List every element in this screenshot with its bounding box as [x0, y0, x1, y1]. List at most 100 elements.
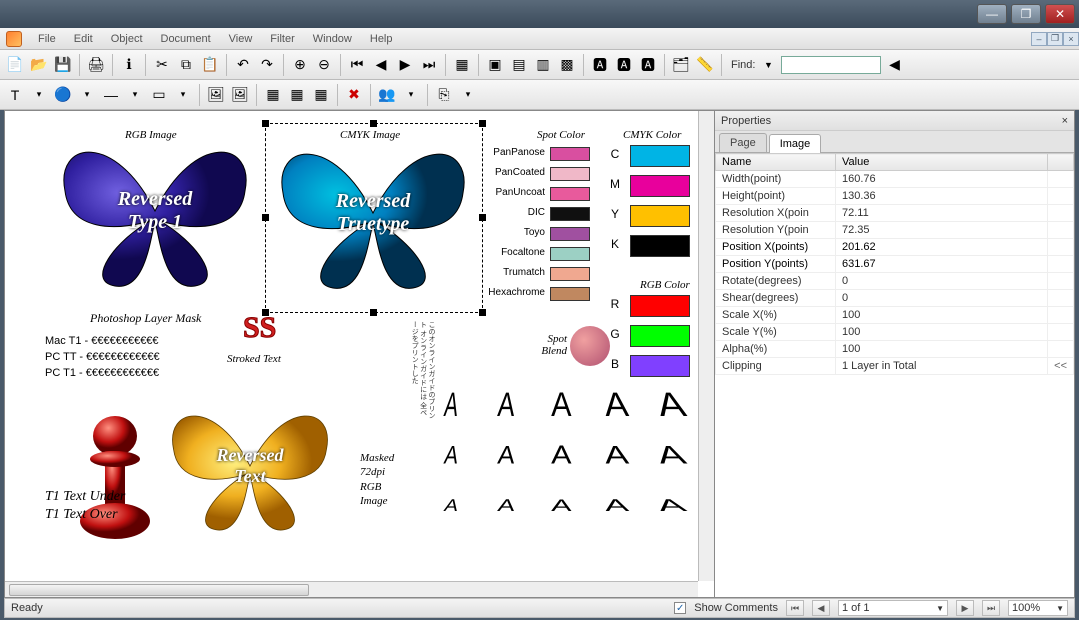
- document-canvas[interactable]: Reversed Type 1 RGB Image Photoshop Laye…: [5, 111, 714, 597]
- cmyk-swatch[interactable]: [630, 235, 690, 257]
- find-prev-icon[interactable]: ◀: [883, 54, 905, 76]
- menu-document[interactable]: Document: [153, 31, 219, 47]
- first-page-icon[interactable]: ⏮: [346, 54, 368, 76]
- spot-blend-circle[interactable]: [570, 326, 610, 366]
- people-icon[interactable]: 👥: [376, 84, 398, 106]
- prop-row[interactable]: Scale X(%)100: [716, 307, 1074, 324]
- line-dd-icon[interactable]: ▾: [124, 84, 146, 106]
- rgb-swatch[interactable]: [630, 295, 690, 317]
- yellow-butterfly-image[interactable]: Reversed Text: [165, 391, 335, 541]
- tab-image[interactable]: Image: [769, 134, 822, 153]
- redo-icon[interactable]: ↷: [256, 54, 278, 76]
- spot-swatch[interactable]: [550, 187, 590, 201]
- menu-help[interactable]: Help: [362, 31, 401, 47]
- prev-page-icon[interactable]: ◀: [370, 54, 392, 76]
- last-page-icon[interactable]: ⏭: [418, 54, 440, 76]
- vertical-scrollbar[interactable]: [698, 111, 714, 581]
- find-dropdown-icon[interactable]: ▼: [757, 54, 779, 76]
- prop-row[interactable]: Alpha(%)100: [716, 341, 1074, 358]
- spot-swatch[interactable]: [550, 167, 590, 181]
- mdi-min-button[interactable]: –: [1031, 32, 1047, 46]
- spot-swatch[interactable]: [550, 207, 590, 221]
- win-close-button[interactable]: ✕: [1045, 4, 1075, 24]
- tab-page[interactable]: Page: [719, 133, 767, 152]
- properties-close-icon[interactable]: ×: [1062, 115, 1068, 127]
- box-icon[interactable]: ▭: [148, 84, 170, 106]
- menu-object[interactable]: Object: [103, 31, 151, 47]
- rgb-swatch[interactable]: [630, 325, 690, 347]
- tool-c-icon[interactable]: ▥: [532, 54, 554, 76]
- prop-row[interactable]: Scale Y(%)100: [716, 324, 1074, 341]
- copy-icon[interactable]: ⧉: [175, 54, 197, 76]
- tool-a-icon[interactable]: ▣: [484, 54, 506, 76]
- prop-row[interactable]: Resolution X(poin72.11: [716, 205, 1074, 222]
- scroll-thumb[interactable]: [9, 584, 309, 596]
- spot-swatch[interactable]: [550, 147, 590, 161]
- menu-window[interactable]: Window: [305, 31, 360, 47]
- layers-icon[interactable]: 🗂: [670, 54, 692, 76]
- clip-dd-icon[interactable]: ▾: [457, 84, 479, 106]
- spot-swatch[interactable]: [550, 227, 590, 241]
- text-tool-icon[interactable]: T: [4, 84, 26, 106]
- obj2-icon[interactable]: ▦: [286, 84, 308, 106]
- horizontal-scrollbar[interactable]: [5, 581, 698, 597]
- prop-row[interactable]: Width(point)160.76: [716, 171, 1074, 188]
- properties-grid[interactable]: NameValue Width(point)160.76Height(point…: [715, 153, 1074, 597]
- mdi-restore-button[interactable]: ❐: [1047, 32, 1063, 46]
- ruler-icon[interactable]: 📏: [694, 54, 716, 76]
- prop-row[interactable]: Resolution Y(poin72.35: [716, 222, 1074, 239]
- tool-b-icon[interactable]: ▤: [508, 54, 530, 76]
- rgb-swatch[interactable]: [630, 355, 690, 377]
- menu-file[interactable]: File: [30, 31, 64, 47]
- win-minimize-button[interactable]: —: [977, 4, 1007, 24]
- box-dd-icon[interactable]: ▾: [172, 84, 194, 106]
- canvas-viewport[interactable]: Reversed Type 1 RGB Image Photoshop Laye…: [5, 111, 714, 597]
- prop-row[interactable]: Clipping1 Layer in Total<<: [716, 358, 1074, 375]
- cmyk-swatch[interactable]: [630, 145, 690, 167]
- img2-icon[interactable]: 🖼: [229, 84, 251, 106]
- text-dd-icon[interactable]: ▾: [28, 84, 50, 106]
- line-icon[interactable]: —: [100, 84, 122, 106]
- cmyk-swatch[interactable]: [630, 205, 690, 227]
- nav-next-icon[interactable]: ▶: [956, 600, 974, 616]
- menu-edit[interactable]: Edit: [66, 31, 101, 47]
- print-icon[interactable]: 🖨: [85, 54, 107, 76]
- page-indicator[interactable]: 1 of 1▼: [838, 600, 948, 616]
- menu-view[interactable]: View: [221, 31, 261, 47]
- mdi-close-button[interactable]: ×: [1063, 32, 1079, 46]
- nav-last-icon[interactable]: ⏭: [982, 600, 1000, 616]
- info-icon[interactable]: ℹ: [118, 54, 140, 76]
- obj1-icon[interactable]: ▦: [262, 84, 284, 106]
- find-input[interactable]: [781, 56, 881, 74]
- obj3-icon[interactable]: ▦: [310, 84, 332, 106]
- zoom-indicator[interactable]: 100%▼: [1008, 600, 1068, 616]
- tool-d-icon[interactable]: ▩: [556, 54, 578, 76]
- cmyk-swatch[interactable]: [630, 175, 690, 197]
- img1-icon[interactable]: 🖼: [205, 84, 227, 106]
- prop-row[interactable]: Rotate(degrees)0: [716, 273, 1074, 290]
- color-dd-icon[interactable]: ▾: [76, 84, 98, 106]
- cmyk-butterfly-image[interactable]: Reversed Truetype: [273, 133, 473, 293]
- save-icon[interactable]: 💾: [52, 54, 74, 76]
- menu-filter[interactable]: Filter: [262, 31, 302, 47]
- new-icon[interactable]: 📄: [4, 54, 26, 76]
- win-maximize-button[interactable]: ❐: [1011, 4, 1041, 24]
- del-icon[interactable]: ✖: [343, 84, 365, 106]
- spot-swatch[interactable]: [550, 287, 590, 301]
- prop-row[interactable]: Shear(degrees)0: [716, 290, 1074, 307]
- clip-icon[interactable]: ⎘: [433, 84, 455, 106]
- open-icon[interactable]: 📂: [28, 54, 50, 76]
- text-a-icon[interactable]: 🅰: [589, 54, 611, 76]
- text-b-icon[interactable]: 🅰: [613, 54, 635, 76]
- rgb-butterfly-image[interactable]: Reversed Type 1: [55, 131, 255, 291]
- nav-prev-icon[interactable]: ◀: [812, 600, 830, 616]
- select-icon[interactable]: ▦: [451, 54, 473, 76]
- text-c-icon[interactable]: 🅰: [637, 54, 659, 76]
- prop-row[interactable]: Position Y(points)631.67: [716, 256, 1074, 273]
- prop-row[interactable]: Height(point)130.36: [716, 188, 1074, 205]
- undo-icon[interactable]: ↶: [232, 54, 254, 76]
- cut-icon[interactable]: ✂: [151, 54, 173, 76]
- zoom-in-icon[interactable]: ⊕: [289, 54, 311, 76]
- spot-swatch[interactable]: [550, 247, 590, 261]
- nav-first-icon[interactable]: ⏮: [786, 600, 804, 616]
